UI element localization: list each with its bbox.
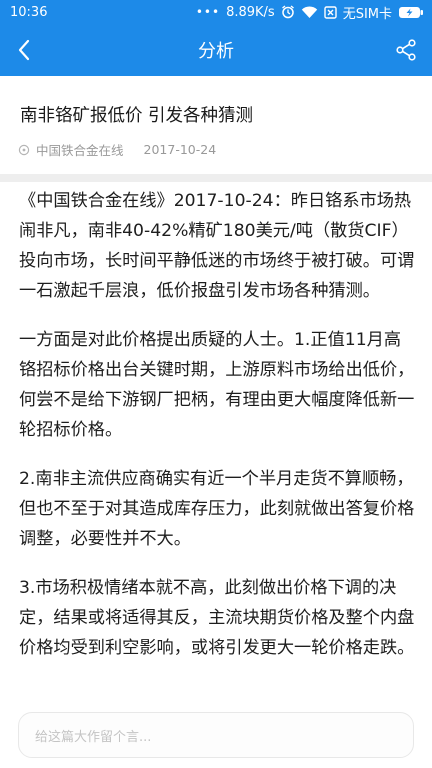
status-bar: 10:36 ••• 8.89K/s 无SIM卡	[0, 0, 432, 24]
section-divider	[0, 174, 432, 182]
source-icon	[18, 144, 30, 155]
status-indicators: ••• 8.89K/s 无SIM卡	[196, 3, 424, 22]
article-paragraph: 一方面是对此价格提出质疑的人士。1.正值11月高铬招标价格出台关键时期，上游原料…	[19, 330, 415, 440]
comment-placeholder: 给这篇大作留个言...	[35, 729, 152, 745]
no-sim-icon	[323, 5, 337, 19]
sim-status: 无SIM卡	[342, 6, 392, 22]
app-bar: 分析	[0, 24, 432, 76]
article-source: 中国铁合金在线	[36, 143, 124, 158]
alarm-icon	[281, 5, 295, 19]
network-speed: 8.89K/s	[226, 4, 275, 20]
article-paragraph: 3.市场积极情绪本就不高，此刻做出价格下调的决定，结果或将适得其反，主流块期货价…	[19, 578, 415, 658]
comment-input[interactable]: 给这篇大作留个言...	[18, 712, 414, 758]
notification-dots: •••	[195, 5, 221, 19]
article-date: 2017-10-24	[143, 142, 217, 157]
battery-charging-icon	[398, 6, 424, 19]
wifi-icon	[301, 5, 318, 19]
status-time: 10:36	[10, 4, 48, 20]
page-title: 分析	[198, 41, 234, 62]
share-icon	[396, 39, 416, 61]
article-header: 南非铬矿报低价 引发各种猜测 中国铁合金在线 2017-10-24	[0, 76, 432, 174]
article-paragraph: 2.南非主流供应商确实有近一个半月走货不算顺畅，但也不至于对其造成库存压力，此刻…	[19, 469, 415, 549]
share-button[interactable]	[392, 36, 420, 64]
article-body: 《中国铁合金在线》2017-10-24：昨日铬系市场热闹非凡，南非40-42%精…	[19, 186, 417, 706]
article-paragraph: 《中国铁合金在线》2017-10-24：昨日铬系市场热闹非凡，南非40-42%精…	[19, 191, 415, 301]
article-title: 南非铬矿报低价 引发各种猜测	[20, 106, 254, 126]
article-meta: 中国铁合金在线 2017-10-24	[18, 140, 216, 159]
comment-bar: 给这篇大作留个言...	[0, 700, 432, 768]
